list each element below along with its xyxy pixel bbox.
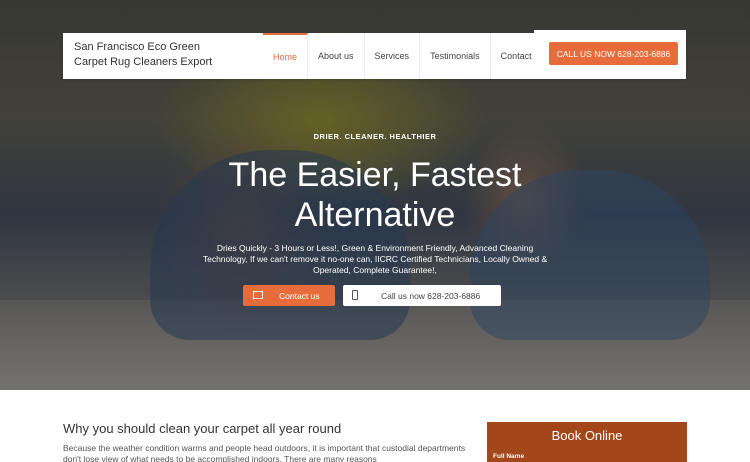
- section-body: Because the weather condition warms and …: [63, 443, 466, 462]
- site-brand[interactable]: San Francisco Eco Green Carpet Rug Clean…: [74, 40, 234, 70]
- contact-us-label: Contact us: [279, 291, 320, 301]
- header-call-button[interactable]: CALL US NOW 628-203-6886: [549, 42, 678, 65]
- nav-item-about-us[interactable]: About us: [308, 33, 365, 79]
- contact-us-button[interactable]: Contact us: [243, 285, 335, 306]
- book-online-title: Book Online: [551, 428, 623, 443]
- call-us-now-button[interactable]: Call us now 628-203-6886: [343, 285, 501, 306]
- nav-item-home[interactable]: Home: [263, 33, 309, 79]
- phone-icon: [352, 290, 358, 300]
- hero-eyebrow: DRIER. CLEANER. HEALTHIER: [313, 132, 437, 141]
- call-us-now-label: Call us now 628-203-6886: [381, 291, 481, 301]
- full-name-label: Full Name: [493, 453, 525, 460]
- hero-headline: The Easier, Fastest Alternative: [228, 156, 522, 234]
- book-online-panel: Book Online Full Name: [487, 422, 687, 462]
- section-title: Why you should clean your carpet all yea…: [63, 421, 342, 436]
- nav-item-testimonials[interactable]: Testimonials: [420, 33, 491, 79]
- header-call-box: CALL US NOW 628-203-6886: [534, 30, 686, 79]
- nav-item-services[interactable]: Services: [365, 33, 421, 79]
- main-nav: Home About us Services Testimonials Cont…: [263, 33, 542, 79]
- envelope-icon: [253, 291, 263, 299]
- hero-subtext: Dries Quickly - 3 Hours or Less!, Green …: [202, 243, 548, 275]
